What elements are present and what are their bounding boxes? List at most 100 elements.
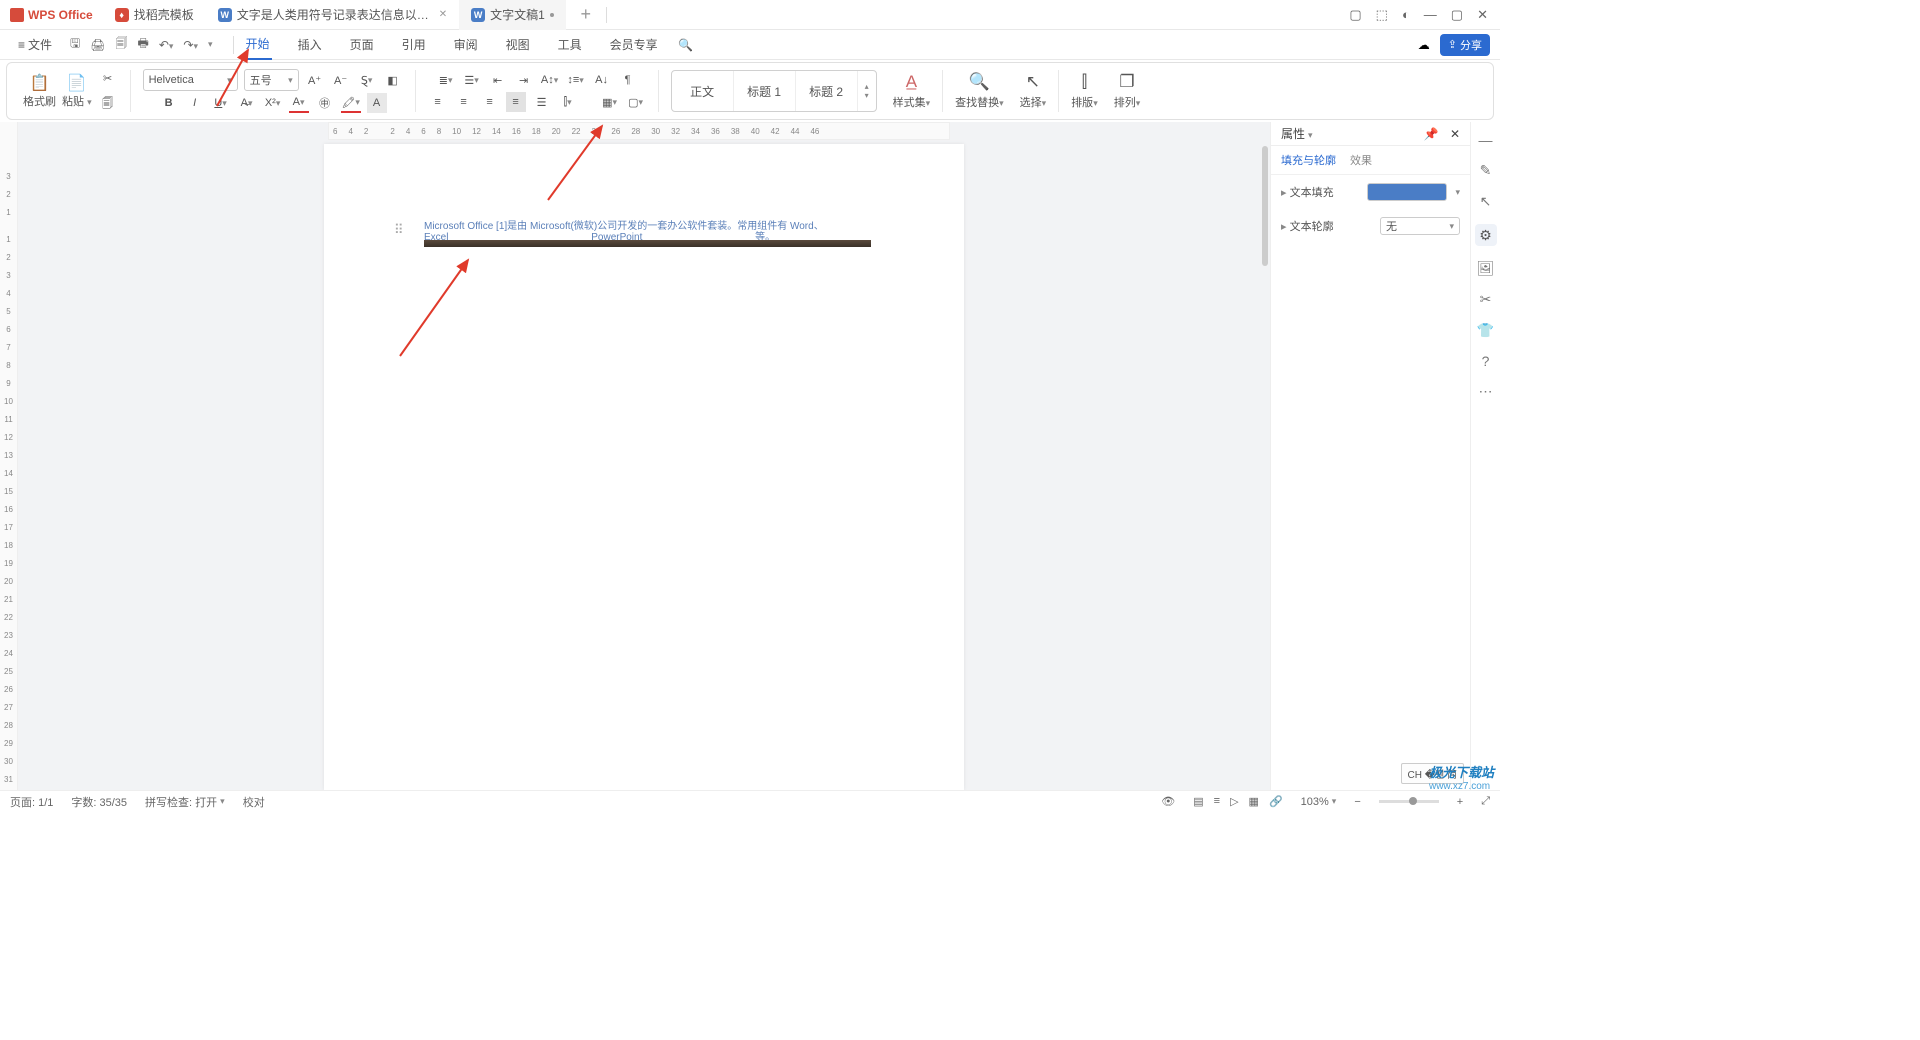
align-left-icon[interactable]: ≡: [428, 92, 448, 112]
save-icon[interactable]: 🖫: [70, 34, 80, 55]
font-size-select[interactable]: 五号▾: [244, 69, 299, 91]
select-button[interactable]: ↖ 选择▾: [1012, 63, 1055, 119]
fit-icon[interactable]: ⤢: [1481, 795, 1490, 808]
font-color-icon[interactable]: A▾: [289, 93, 309, 113]
cursor-icon[interactable]: ↖: [1480, 193, 1492, 210]
cloud-icon[interactable]: ☁: [1418, 38, 1430, 52]
tab-view[interactable]: 视图: [504, 30, 532, 60]
indent-decrease-icon[interactable]: ⇤: [488, 70, 508, 90]
bullets-icon[interactable]: ≣▾: [436, 70, 456, 90]
view-page-icon[interactable]: ▤: [1193, 795, 1203, 808]
image-icon[interactable]: 🖼: [1477, 260, 1495, 277]
line-spacing-icon[interactable]: ↕≡▾: [566, 70, 586, 90]
new-tab-button[interactable]: +: [572, 1, 600, 29]
style-set-button[interactable]: A̲ 样式集▾: [885, 63, 939, 119]
tab-insert[interactable]: 插入: [296, 30, 324, 60]
distribute-icon[interactable]: ☰: [532, 92, 552, 112]
tab-doc2[interactable]: W 文字是人类用符号记录表达信息以… ✕: [206, 0, 459, 30]
style-normal[interactable]: 正文: [672, 71, 734, 111]
spell-check-toggle[interactable]: 拼写检查: 打开▾: [145, 794, 225, 810]
shading-icon[interactable]: ▦▾: [600, 92, 620, 112]
chevron-down-icon[interactable]: ▾: [1455, 187, 1460, 198]
cube-icon[interactable]: ⬚: [1376, 7, 1388, 23]
underline-icon[interactable]: U▾: [211, 93, 231, 113]
share-button[interactable]: ⇪ 分享: [1440, 34, 1490, 56]
pencil-icon[interactable]: ✎: [1480, 162, 1492, 179]
tab-templates[interactable]: ♦ 找稻壳模板: [103, 0, 206, 30]
search-icon[interactable]: 🔍: [676, 35, 696, 55]
more-icon[interactable]: ⋯: [1479, 383, 1493, 400]
print-quick-icon[interactable]: 🖨: [90, 38, 105, 52]
align-center-icon[interactable]: ≡: [454, 92, 474, 112]
fill-color-picker[interactable]: [1367, 183, 1447, 201]
tab-effects[interactable]: 效果: [1350, 152, 1372, 168]
tab-member[interactable]: 会员专享: [608, 30, 660, 60]
zoom-out-icon[interactable]: −: [1354, 796, 1360, 808]
sort-icon[interactable]: A↓: [592, 70, 612, 90]
minimize-icon[interactable]: —: [1424, 7, 1437, 22]
proofread[interactable]: 校对: [243, 794, 265, 810]
copy-icon[interactable]: 🗐: [98, 94, 118, 114]
text-direction-icon[interactable]: A↕▾: [540, 70, 560, 90]
clear-format-icon[interactable]: ◧: [383, 70, 403, 90]
style-h1[interactable]: 标题 1: [734, 71, 796, 111]
italic-icon[interactable]: I: [185, 93, 205, 113]
strike-icon[interactable]: A̶▾: [237, 93, 257, 113]
tab-tools[interactable]: 工具: [556, 30, 584, 60]
settings-icon[interactable]: ⚙: [1475, 224, 1497, 246]
tab-reference[interactable]: 引用: [400, 30, 428, 60]
panel-close-icon[interactable]: ✕: [1450, 127, 1460, 141]
cut-icon[interactable]: ✂: [98, 68, 118, 88]
qat-more-icon[interactable]: ▾: [208, 39, 213, 50]
word-count[interactable]: 字数: 35/35: [71, 794, 127, 810]
zoom-in-icon[interactable]: +: [1457, 796, 1463, 808]
style-gallery[interactable]: 正文 标题 1 标题 2 ▴▾: [671, 70, 877, 112]
print-icon[interactable]: 🖶: [138, 34, 149, 55]
view-read-icon[interactable]: ▷: [1230, 795, 1238, 808]
pin-icon[interactable]: 📌: [1424, 127, 1439, 141]
page-indicator[interactable]: 页面: 1/1: [10, 794, 53, 810]
borders-icon[interactable]: ▢▾: [626, 92, 646, 112]
redo-icon[interactable]: ↷▾: [183, 38, 198, 52]
arrange-button[interactable]: ❐ 排列▾: [1106, 63, 1149, 119]
eye-icon[interactable]: 👁: [1161, 795, 1175, 808]
zoom-control[interactable]: 103% ▾: [1301, 796, 1337, 808]
window-close-icon[interactable]: ✕: [1477, 7, 1488, 23]
highlight-icon[interactable]: 🖍▾: [341, 93, 361, 113]
scrollbar[interactable]: [1260, 140, 1270, 790]
view-outline-icon[interactable]: ≡: [1214, 795, 1220, 808]
tab-page[interactable]: 页面: [348, 30, 376, 60]
file-menu[interactable]: ≡ 文件: [10, 36, 60, 53]
view-web-icon[interactable]: ▦: [1249, 795, 1259, 808]
spacing-icon[interactable]: ⫿▾: [558, 92, 578, 112]
tab-home[interactable]: 开始: [244, 30, 272, 60]
char-shading-icon[interactable]: A: [367, 93, 387, 113]
align-right-icon[interactable]: ≡: [480, 92, 500, 112]
collapse-icon[interactable]: —: [1479, 132, 1493, 148]
numbering-icon[interactable]: ☰▾: [462, 70, 482, 90]
tab-review[interactable]: 审阅: [452, 30, 480, 60]
increase-font-icon[interactable]: A⁺: [305, 70, 325, 90]
zoom-slider[interactable]: [1379, 800, 1439, 803]
format-brush-button[interactable]: 📋 格式刷: [23, 73, 56, 109]
bold-icon[interactable]: B: [159, 93, 179, 113]
tools-icon[interactable]: ✂: [1480, 291, 1492, 308]
justify-icon[interactable]: ≡: [506, 92, 526, 112]
layout-button[interactable]: ⫿ 排版▾: [1063, 63, 1106, 119]
tab-doc3[interactable]: W 文字文稿1: [459, 0, 566, 30]
reader-mode-icon[interactable]: ▢: [1349, 7, 1361, 23]
superscript-icon[interactable]: X²▾: [263, 93, 283, 113]
style-more[interactable]: ▴▾: [858, 71, 876, 111]
avatar-icon[interactable]: ◐: [1402, 7, 1410, 22]
show-marks-icon[interactable]: ¶: [618, 70, 638, 90]
close-icon[interactable]: ✕: [439, 9, 447, 20]
style-h2[interactable]: 标题 2: [796, 71, 858, 111]
undo-icon[interactable]: ↶▾: [159, 38, 174, 52]
indent-increase-icon[interactable]: ⇥: [514, 70, 534, 90]
page[interactable]: ⠿ Microsoft Office [1]是由 Microsoft(微软)公司…: [324, 144, 964, 790]
paste-button[interactable]: 📄 粘贴 ▾: [62, 73, 92, 109]
find-replace-button[interactable]: 🔍 查找替换▾: [947, 63, 1012, 119]
help-icon[interactable]: ?: [1482, 353, 1490, 369]
font-name-select[interactable]: Helvetica▾: [143, 69, 238, 91]
change-case-icon[interactable]: Ȿ▾: [357, 70, 377, 90]
